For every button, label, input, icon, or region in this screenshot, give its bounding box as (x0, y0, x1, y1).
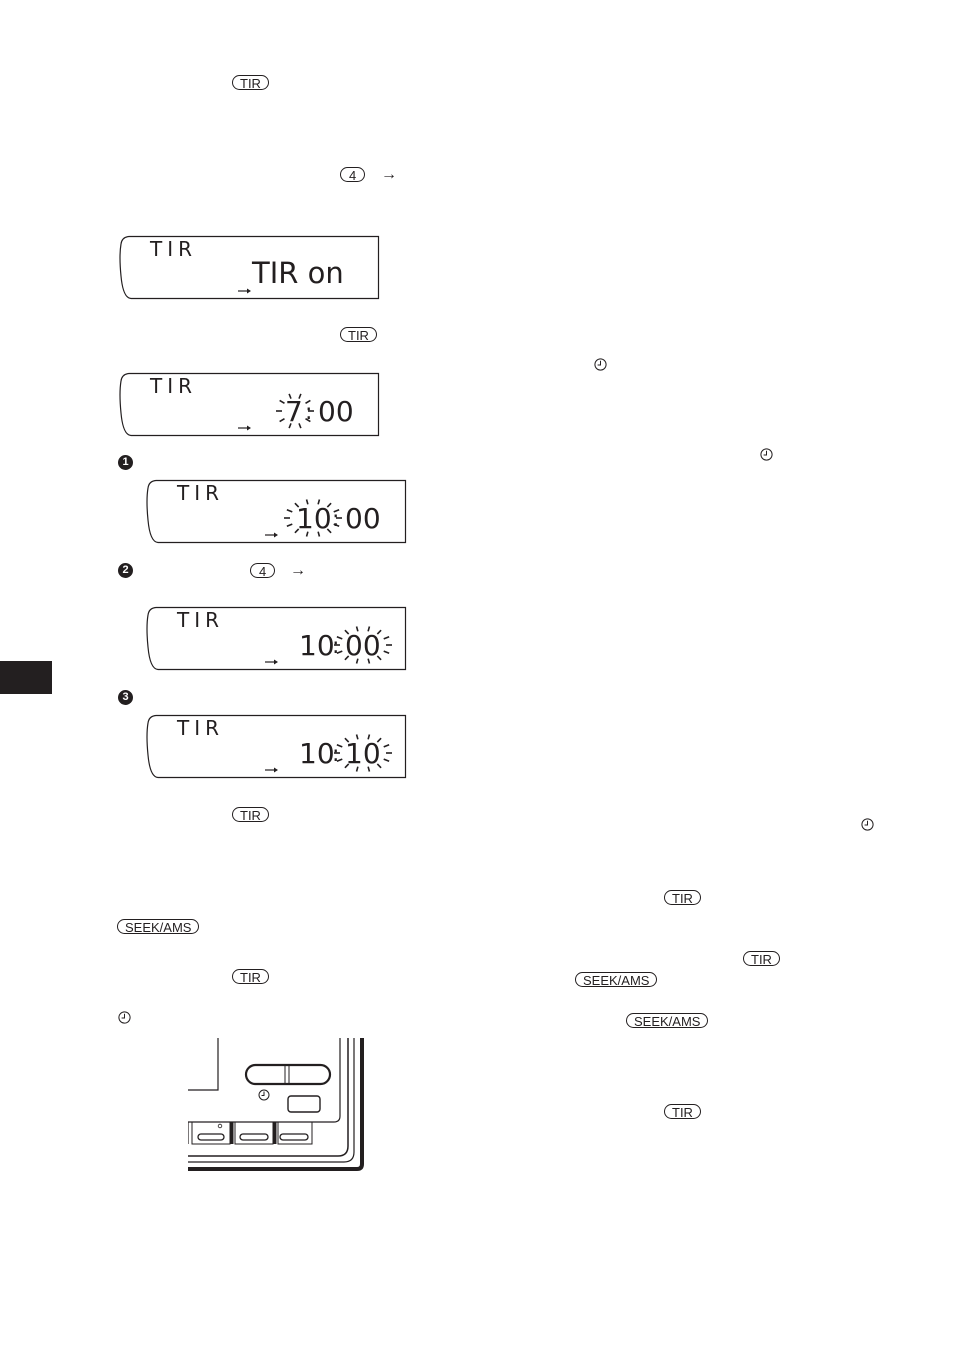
tir-key-label: TIR (232, 807, 269, 823)
clock-icon (861, 818, 874, 831)
lcd-minutes: 10 (345, 737, 381, 770)
arrow-right-icon: → (381, 166, 397, 183)
lcd-pointer-arrow (238, 425, 251, 431)
blink-ray (383, 636, 390, 640)
tir-key-label: TIR (664, 1104, 701, 1120)
lcd-label: TIR (176, 481, 224, 505)
tir-key-label: TIR (743, 951, 780, 967)
svg-text::: : (332, 634, 339, 659)
lcd-display-10-00-minutes: TIR 10 : 00 (146, 606, 407, 671)
svg-text::: : (305, 400, 312, 425)
lcd-pointer-arrow (238, 288, 251, 294)
clock-icon (760, 448, 773, 461)
seek-ams-key-label: SEEK/AMS (117, 919, 200, 935)
blink-ray (383, 650, 390, 654)
number-4-key-label: 4 (250, 563, 276, 579)
blink-ray (286, 523, 293, 527)
step-3-badge: 3 (118, 690, 133, 705)
lcd-minutes: 00 (318, 395, 354, 428)
number-4-key-label: 4 (340, 167, 366, 183)
svg-text::: : (332, 742, 339, 767)
lcd-display-tir-on: TIR TIR on (119, 235, 380, 300)
lcd-display-7-00: TIR 7 : 00 (119, 372, 380, 437)
unit-front-panel-illustration (187, 1038, 370, 1178)
blink-ray (286, 509, 293, 513)
lcd-pointer-arrow (265, 659, 278, 665)
blink-ray (383, 758, 390, 762)
seek-rocker-button (244, 1063, 332, 1086)
clock-icon (594, 358, 607, 371)
lcd-display-10-00-hours: TIR 10 : 00 (146, 479, 407, 544)
tir-key-label: TIR (340, 327, 377, 343)
lcd-hours: 10 (299, 629, 335, 662)
svg-text::: : (332, 507, 339, 532)
clock-icon (118, 1011, 131, 1024)
tir-key-label: TIR (664, 890, 701, 906)
section-tab (0, 661, 52, 694)
lcd-label: TIR (176, 608, 224, 632)
seek-ams-key-label: SEEK/AMS (626, 1013, 709, 1029)
tir-key-label: TIR (232, 969, 269, 985)
lcd-label: TIR (149, 374, 197, 398)
lcd-hours: 10 (299, 737, 335, 770)
lcd-hours: 7 (285, 395, 303, 428)
lcd-pointer-arrow (265, 532, 278, 538)
lcd-value: TIR on (251, 256, 344, 290)
lcd-hours: 10 (296, 502, 332, 535)
lcd-display-10-10-minutes: TIR 10 : 10 (146, 714, 407, 779)
tir-key-label: TIR (232, 75, 269, 91)
lcd-minutes: 00 (345, 502, 381, 535)
lcd-minutes: 00 (345, 629, 381, 662)
step-2-badge: 2 (118, 563, 133, 578)
arrow-right-icon: → (290, 562, 306, 579)
small-button (287, 1095, 321, 1113)
lcd-pointer-arrow (265, 767, 278, 773)
lcd-label: TIR (176, 716, 224, 740)
lcd-label: TIR (149, 237, 197, 261)
blink-ray (383, 744, 390, 748)
blink-ray (279, 417, 285, 423)
seek-ams-key-label: SEEK/AMS (575, 972, 658, 988)
blink-ray (279, 399, 285, 405)
step-1-badge: 1 (118, 455, 133, 470)
